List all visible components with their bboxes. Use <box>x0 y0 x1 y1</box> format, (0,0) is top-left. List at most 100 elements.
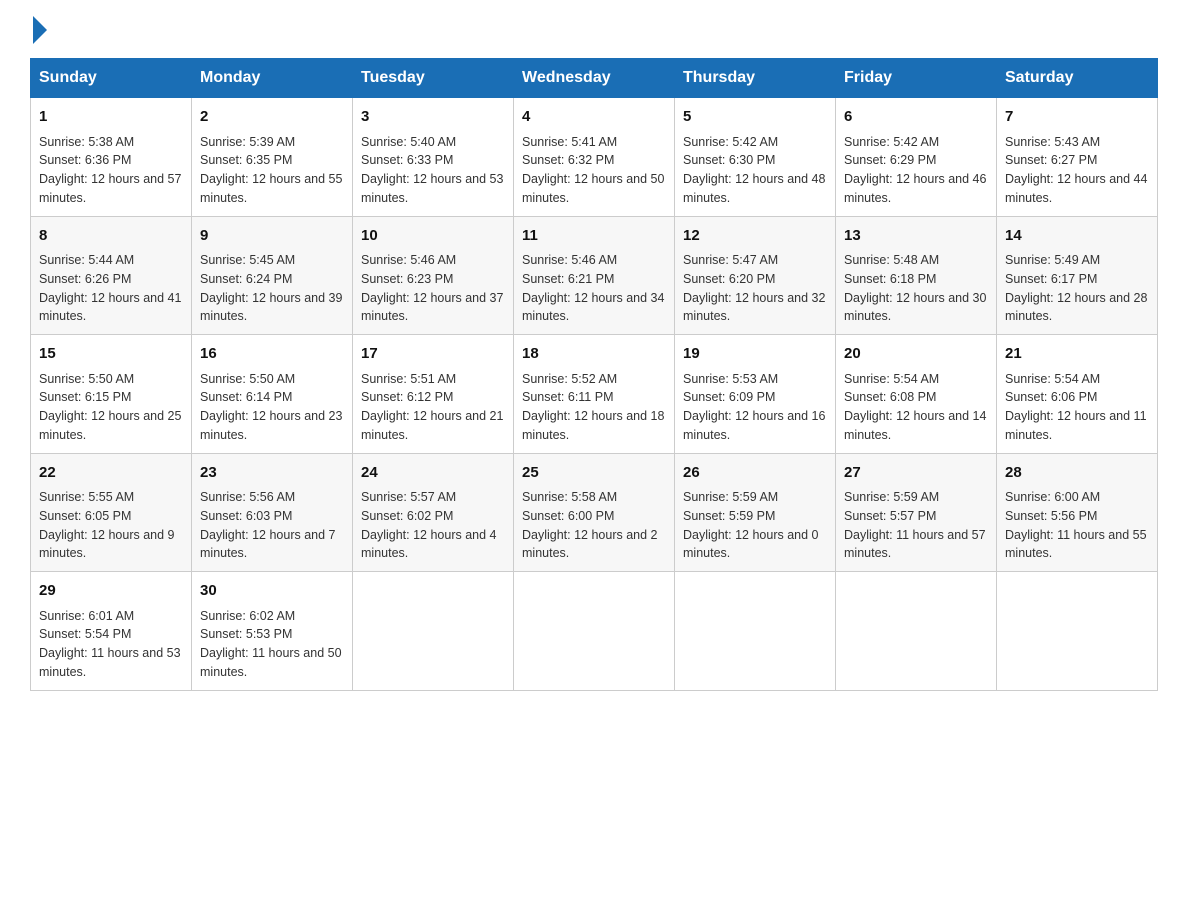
day-number: 30 <box>200 580 344 603</box>
day-number: 10 <box>361 225 505 248</box>
calendar-header-row: Sunday Monday Tuesday Wednesday Thursday… <box>31 59 1158 98</box>
day-number: 29 <box>39 580 183 603</box>
day-number: 23 <box>200 462 344 485</box>
day-info: Sunrise: 5:39 AMSunset: 6:35 PMDaylight:… <box>200 133 344 208</box>
day-info: Sunrise: 6:00 AMSunset: 5:56 PMDaylight:… <box>1005 488 1149 563</box>
calendar-week-row: 29 Sunrise: 6:01 AMSunset: 5:54 PMDayligh… <box>31 572 1158 691</box>
day-number: 8 <box>39 225 183 248</box>
day-info: Sunrise: 5:42 AMSunset: 6:29 PMDaylight:… <box>844 133 988 208</box>
table-row <box>675 572 836 691</box>
day-info: Sunrise: 5:59 AMSunset: 5:59 PMDaylight:… <box>683 488 827 563</box>
table-row: 28 Sunrise: 6:00 AMSunset: 5:56 PMDayligh… <box>997 453 1158 572</box>
table-row <box>997 572 1158 691</box>
table-row: 9Sunrise: 5:45 AMSunset: 6:24 PMDaylight… <box>192 216 353 335</box>
day-number: 21 <box>1005 343 1149 366</box>
table-row: 17Sunrise: 5:51 AMSunset: 6:12 PMDayligh… <box>353 335 514 454</box>
day-info: Sunrise: 5:47 AMSunset: 6:20 PMDaylight:… <box>683 251 827 326</box>
calendar-week-row: 8 Sunrise: 5:44 AMSunset: 6:26 PMDaylight… <box>31 216 1158 335</box>
table-row <box>353 572 514 691</box>
page-header <box>30 20 1158 40</box>
table-row: 12 Sunrise: 5:47 AMSunset: 6:20 PMDayligh… <box>675 216 836 335</box>
day-number: 19 <box>683 343 827 366</box>
day-number: 18 <box>522 343 666 366</box>
day-info: Sunrise: 5:43 AMSunset: 6:27 PMDaylight:… <box>1005 133 1149 208</box>
day-info: Sunrise: 5:48 AMSunset: 6:18 PMDaylight:… <box>844 251 988 326</box>
table-row: 15 Sunrise: 5:50 AMSunset: 6:15 PMDayligh… <box>31 335 192 454</box>
day-number: 11 <box>522 225 666 248</box>
table-row: 10 Sunrise: 5:46 AMSunset: 6:23 PMDayligh… <box>353 216 514 335</box>
table-row: 23 Sunrise: 5:56 AMSunset: 6:03 PMDayligh… <box>192 453 353 572</box>
day-number: 15 <box>39 343 183 366</box>
table-row: 26 Sunrise: 5:59 AMSunset: 5:59 PMDayligh… <box>675 453 836 572</box>
table-row <box>836 572 997 691</box>
day-number: 28 <box>1005 462 1149 485</box>
day-info: Sunrise: 5:44 AMSunset: 6:26 PMDaylight:… <box>39 251 183 326</box>
table-row: 4 Sunrise: 5:41 AMSunset: 6:32 PMDaylight… <box>514 98 675 217</box>
day-number: 14 <box>1005 225 1149 248</box>
table-row <box>514 572 675 691</box>
day-number: 2 <box>200 106 344 129</box>
day-info: Sunrise: 5:41 AMSunset: 6:32 PMDaylight:… <box>522 133 666 208</box>
day-info: Sunrise: 5:55 AMSunset: 6:05 PMDaylight:… <box>39 488 183 563</box>
day-info: Sunrise: 6:01 AMSunset: 5:54 PMDaylight:… <box>39 607 183 682</box>
day-number: 5 <box>683 106 827 129</box>
day-number: 12 <box>683 225 827 248</box>
day-info: Sunrise: 5:49 AMSunset: 6:17 PMDaylight:… <box>1005 251 1149 326</box>
day-info: Sunrise: 5:57 AMSunset: 6:02 PMDaylight:… <box>361 488 505 563</box>
calendar-week-row: 22 Sunrise: 5:55 AMSunset: 6:05 PMDayligh… <box>31 453 1158 572</box>
day-info: Sunrise: 5:38 AMSunset: 6:36 PMDaylight:… <box>39 133 183 208</box>
table-row: 21 Sunrise: 5:54 AMSunset: 6:06 PMDayligh… <box>997 335 1158 454</box>
table-row: 30 Sunrise: 6:02 AMSunset: 5:53 PMDayligh… <box>192 572 353 691</box>
day-info: Sunrise: 5:54 AMSunset: 6:06 PMDaylight:… <box>1005 370 1149 445</box>
day-info: Sunrise: 5:46 AMSunset: 6:23 PMDaylight:… <box>361 251 505 326</box>
day-number: 22 <box>39 462 183 485</box>
day-number: 4 <box>522 106 666 129</box>
calendar-table: Sunday Monday Tuesday Wednesday Thursday… <box>30 58 1158 691</box>
day-number: 3 <box>361 106 505 129</box>
day-number: 13 <box>844 225 988 248</box>
day-info: Sunrise: 6:02 AMSunset: 5:53 PMDaylight:… <box>200 607 344 682</box>
day-number: 20 <box>844 343 988 366</box>
header-saturday: Saturday <box>997 59 1158 98</box>
day-info: Sunrise: 5:46 AMSunset: 6:21 PMDaylight:… <box>522 251 666 326</box>
table-row: 6 Sunrise: 5:42 AMSunset: 6:29 PMDaylight… <box>836 98 997 217</box>
table-row: 24 Sunrise: 5:57 AMSunset: 6:02 PMDayligh… <box>353 453 514 572</box>
day-number: 6 <box>844 106 988 129</box>
day-info: Sunrise: 5:42 AMSunset: 6:30 PMDaylight:… <box>683 133 827 208</box>
day-info: Sunrise: 5:56 AMSunset: 6:03 PMDaylight:… <box>200 488 344 563</box>
day-number: 27 <box>844 462 988 485</box>
logo-triangle-icon <box>33 16 47 44</box>
header-sunday: Sunday <box>31 59 192 98</box>
table-row: 22 Sunrise: 5:55 AMSunset: 6:05 PMDayligh… <box>31 453 192 572</box>
day-info: Sunrise: 5:50 AMSunset: 6:15 PMDaylight:… <box>39 370 183 445</box>
table-row: 8 Sunrise: 5:44 AMSunset: 6:26 PMDaylight… <box>31 216 192 335</box>
table-row: 3Sunrise: 5:40 AMSunset: 6:33 PMDaylight… <box>353 98 514 217</box>
day-number: 26 <box>683 462 827 485</box>
calendar-week-row: 1 Sunrise: 5:38 AMSunset: 6:36 PMDaylight… <box>31 98 1158 217</box>
logo <box>30 20 47 40</box>
header-friday: Friday <box>836 59 997 98</box>
table-row: 5 Sunrise: 5:42 AMSunset: 6:30 PMDaylight… <box>675 98 836 217</box>
table-row: 2 Sunrise: 5:39 AMSunset: 6:35 PMDaylight… <box>192 98 353 217</box>
table-row: 20 Sunrise: 5:54 AMSunset: 6:08 PMDayligh… <box>836 335 997 454</box>
table-row: 11 Sunrise: 5:46 AMSunset: 6:21 PMDayligh… <box>514 216 675 335</box>
day-info: Sunrise: 5:53 AMSunset: 6:09 PMDaylight:… <box>683 370 827 445</box>
table-row: 7 Sunrise: 5:43 AMSunset: 6:27 PMDaylight… <box>997 98 1158 217</box>
table-row: 1 Sunrise: 5:38 AMSunset: 6:36 PMDaylight… <box>31 98 192 217</box>
calendar-week-row: 15 Sunrise: 5:50 AMSunset: 6:15 PMDayligh… <box>31 335 1158 454</box>
day-info: Sunrise: 5:51 AMSunset: 6:12 PMDaylight:… <box>361 370 505 445</box>
table-row: 18 Sunrise: 5:52 AMSunset: 6:11 PMDayligh… <box>514 335 675 454</box>
header-monday: Monday <box>192 59 353 98</box>
table-row: 29 Sunrise: 6:01 AMSunset: 5:54 PMDayligh… <box>31 572 192 691</box>
day-info: Sunrise: 5:54 AMSunset: 6:08 PMDaylight:… <box>844 370 988 445</box>
day-number: 1 <box>39 106 183 129</box>
day-info: Sunrise: 5:58 AMSunset: 6:00 PMDaylight:… <box>522 488 666 563</box>
table-row: 16Sunrise: 5:50 AMSunset: 6:14 PMDayligh… <box>192 335 353 454</box>
day-info: Sunrise: 5:52 AMSunset: 6:11 PMDaylight:… <box>522 370 666 445</box>
table-row: 19 Sunrise: 5:53 AMSunset: 6:09 PMDayligh… <box>675 335 836 454</box>
day-number: 16 <box>200 343 344 366</box>
day-number: 24 <box>361 462 505 485</box>
day-number: 7 <box>1005 106 1149 129</box>
header-thursday: Thursday <box>675 59 836 98</box>
table-row: 14 Sunrise: 5:49 AMSunset: 6:17 PMDayligh… <box>997 216 1158 335</box>
